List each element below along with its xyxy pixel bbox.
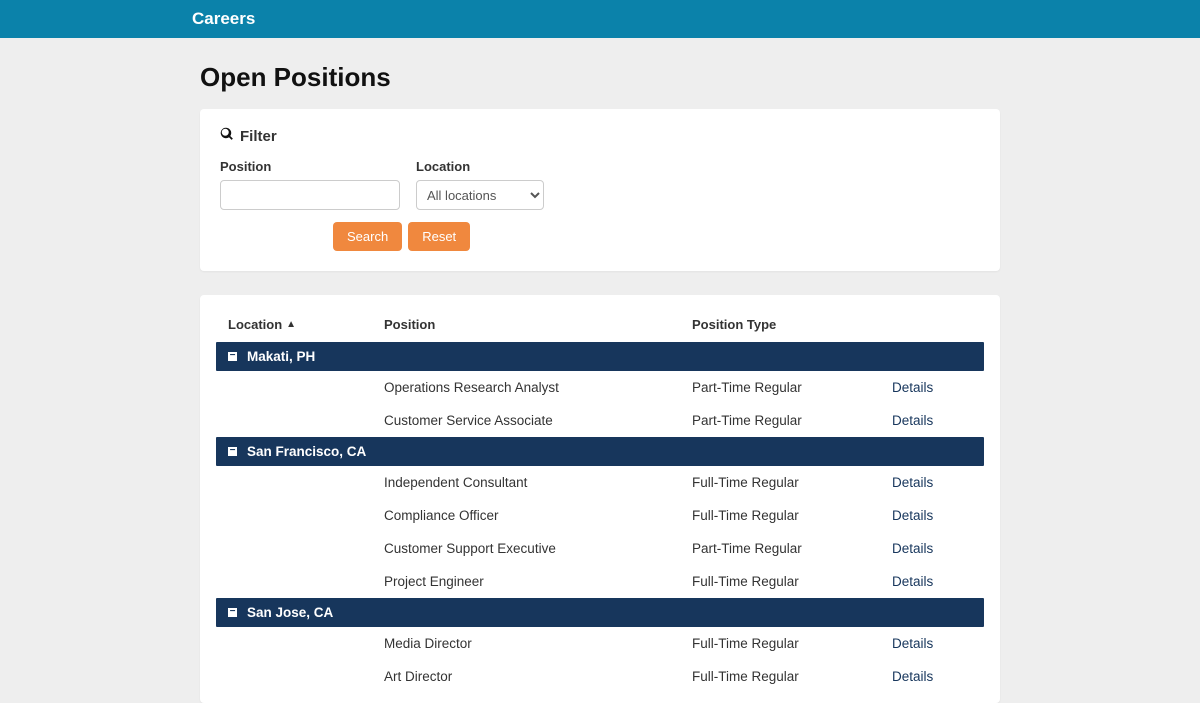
details-link[interactable]: Details <box>892 380 933 395</box>
table-row: Compliance OfficerFull-Time RegularDetai… <box>216 499 984 532</box>
table-row: Project EngineerFull-Time RegularDetails <box>216 565 984 598</box>
details-link[interactable]: Details <box>892 413 933 428</box>
col-header-location-text: Location <box>228 317 282 332</box>
details-link[interactable]: Details <box>892 574 933 589</box>
cell-position: Media Director <box>384 636 692 651</box>
brand-title: Careers <box>192 9 255 29</box>
group-name: San Francisco, CA <box>247 444 366 459</box>
filter-heading: Filter <box>220 127 980 145</box>
table-row: Customer Support ExecutivePart-Time Regu… <box>216 532 984 565</box>
cell-type: Full-Time Regular <box>692 669 892 684</box>
table-row: Operations Research AnalystPart-Time Reg… <box>216 371 984 404</box>
location-label: Location <box>416 159 544 174</box>
search-icon <box>220 127 234 145</box>
positions-table: Location ▲ Position Position Type − Makat… <box>200 295 1000 703</box>
group-row[interactable]: − San Francisco, CA <box>216 437 984 466</box>
top-bar: Careers <box>0 0 1200 38</box>
group-name: San Jose, CA <box>247 605 333 620</box>
collapse-icon: − <box>228 352 237 361</box>
cell-type: Part-Time Regular <box>692 413 892 428</box>
sort-asc-icon: ▲ <box>286 319 296 330</box>
position-label: Position <box>220 159 400 174</box>
collapse-icon: − <box>228 608 237 617</box>
cell-position: Customer Support Executive <box>384 541 692 556</box>
cell-type: Full-Time Regular <box>692 508 892 523</box>
page-title: Open Positions <box>200 62 1000 93</box>
position-input[interactable] <box>220 180 400 210</box>
cell-type: Part-Time Regular <box>692 541 892 556</box>
cell-type: Part-Time Regular <box>692 380 892 395</box>
search-button[interactable]: Search <box>333 222 402 251</box>
cell-position: Project Engineer <box>384 574 692 589</box>
filter-heading-text: Filter <box>240 128 277 145</box>
details-link[interactable]: Details <box>892 636 933 651</box>
details-link[interactable]: Details <box>892 475 933 490</box>
col-header-location[interactable]: Location ▲ <box>228 317 384 332</box>
table-row: Independent ConsultantFull-Time RegularD… <box>216 466 984 499</box>
table-row: Customer Service AssociatePart-Time Regu… <box>216 404 984 437</box>
collapse-icon: − <box>228 447 237 456</box>
reset-button[interactable]: Reset <box>408 222 470 251</box>
group-name: Makati, PH <box>247 349 315 364</box>
details-link[interactable]: Details <box>892 508 933 523</box>
col-header-type[interactable]: Position Type <box>692 317 892 332</box>
cell-type: Full-Time Regular <box>692 574 892 589</box>
group-row[interactable]: − San Jose, CA <box>216 598 984 627</box>
details-link[interactable]: Details <box>892 669 933 684</box>
cell-position: Compliance Officer <box>384 508 692 523</box>
filter-panel: Filter Position Location All locations S… <box>200 109 1000 271</box>
cell-position: Operations Research Analyst <box>384 380 692 395</box>
table-row: Media DirectorFull-Time RegularDetails <box>216 627 984 660</box>
location-select[interactable]: All locations <box>416 180 544 210</box>
cell-position: Customer Service Associate <box>384 413 692 428</box>
cell-type: Full-Time Regular <box>692 475 892 490</box>
details-link[interactable]: Details <box>892 541 933 556</box>
cell-type: Full-Time Regular <box>692 636 892 651</box>
table-row: Art DirectorFull-Time RegularDetails <box>216 660 984 693</box>
cell-position: Art Director <box>384 669 692 684</box>
group-row[interactable]: − Makati, PH <box>216 342 984 371</box>
cell-position: Independent Consultant <box>384 475 692 490</box>
col-header-position[interactable]: Position <box>384 317 692 332</box>
table-header-row: Location ▲ Position Position Type <box>216 317 984 342</box>
